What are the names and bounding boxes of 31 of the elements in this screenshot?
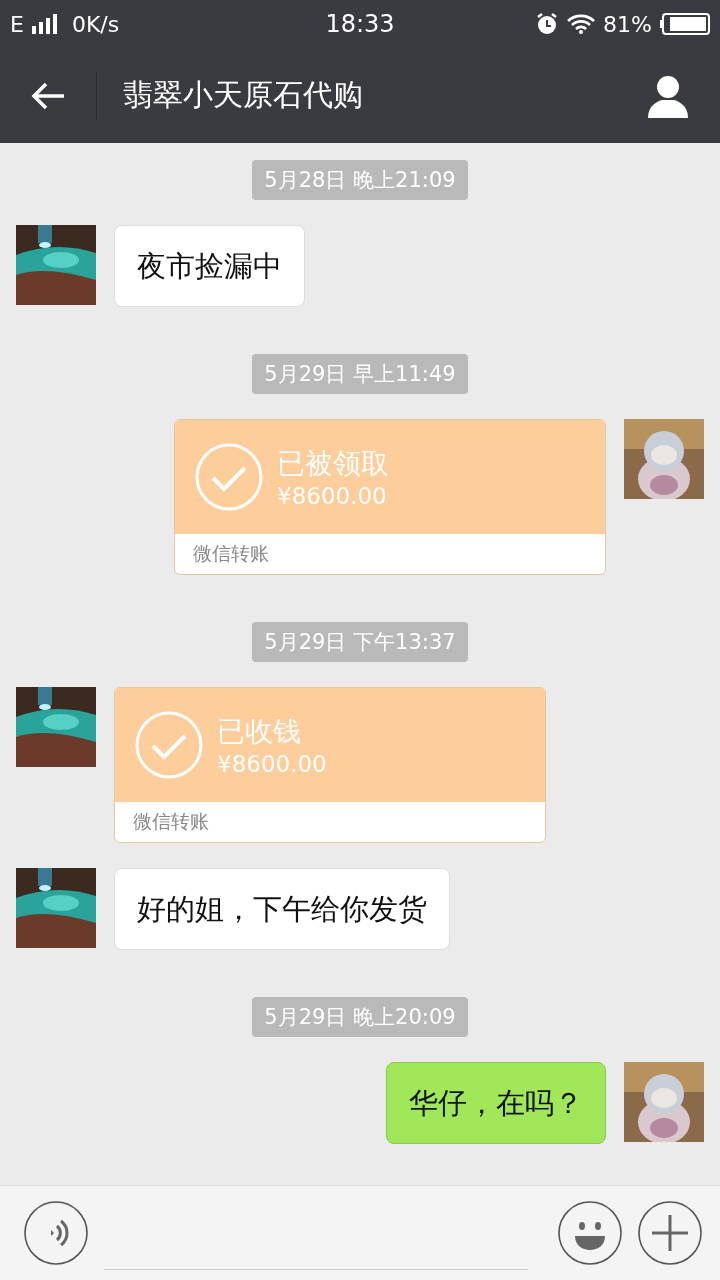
timestamp: 5月29日 下午13:37 xyxy=(252,622,468,662)
back-arrow-icon[interactable] xyxy=(30,80,66,111)
network-speed: 0K/s xyxy=(71,11,120,37)
emoji-icon[interactable] xyxy=(558,1201,622,1265)
input-bar[interactable] xyxy=(0,1185,720,1280)
timestamp: 5月29日 早上11:49 xyxy=(252,354,468,394)
transfer-amount: ¥8600.00 xyxy=(217,751,327,777)
clock: 18:33 xyxy=(325,10,395,38)
transfer-card[interactable]: 已被领取 ¥8600.00 微信转账 xyxy=(174,419,606,575)
plus-icon[interactable] xyxy=(638,1201,702,1265)
timestamp: 5月29日 晚上20:09 xyxy=(252,997,468,1037)
voice-icon[interactable] xyxy=(24,1201,88,1265)
network-type: E xyxy=(10,11,24,37)
transfer-amount: ¥8600.00 xyxy=(277,483,388,509)
transfer-card[interactable]: 已收钱 ¥8600.00 微信转账 xyxy=(114,687,546,843)
transfer-label: 微信转账 xyxy=(133,809,209,834)
timestamp: 5月28日 晚上21:09 xyxy=(252,160,468,200)
transfer-status: 已收钱 xyxy=(217,714,302,750)
person-icon[interactable] xyxy=(646,73,690,118)
transfer-label: 微信转账 xyxy=(193,541,269,566)
battery-icon xyxy=(660,13,710,35)
message-bubble: 夜市捡漏中 xyxy=(114,225,305,307)
signal-icon xyxy=(31,14,58,34)
transfer-status: 已被领取 xyxy=(277,446,389,482)
chat-title: 翡翠小天原石代购 xyxy=(123,76,364,114)
check-circle-icon xyxy=(195,443,263,511)
wifi-icon xyxy=(567,14,596,34)
battery-level: 81% xyxy=(603,11,652,37)
message-bubble: 华仔，在吗？ xyxy=(386,1062,606,1144)
check-circle-icon xyxy=(135,711,203,779)
message-bubble: 好的姐，下午给你发货 xyxy=(114,868,450,950)
